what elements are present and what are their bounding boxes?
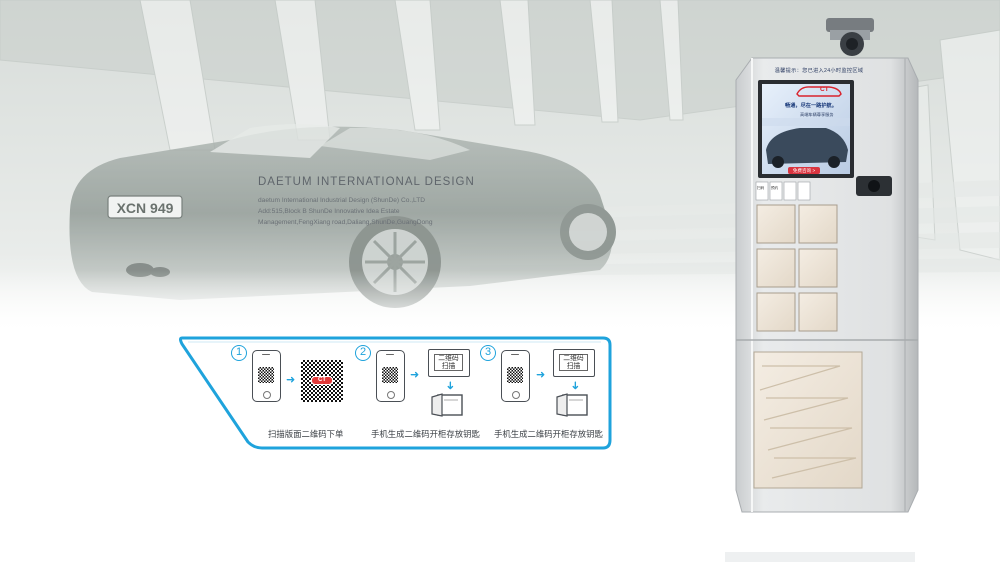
company-title: DAETUM INTERNATIONAL DESIGN	[258, 176, 475, 188]
step-1-phone-icon	[252, 350, 281, 402]
step-2-arrow-icon: ➜	[410, 369, 420, 381]
scanner-label: 二维码 扫描	[559, 354, 588, 371]
company-info: DAETUM INTERNATIONAL DESIGN daetum Inter…	[258, 176, 498, 229]
step-2-scanner-icon: 二维码 扫描	[428, 349, 470, 377]
company-line-2: Add:515,Block B ShunDe Innovative Idea E…	[258, 208, 400, 216]
step-1-logo-badge: CT	[311, 376, 333, 385]
step-3-arrow-icon: ➜	[536, 369, 546, 381]
kiosk-side-label-1[interactable]: 扫码	[757, 186, 764, 191]
step-1-caption: 扫描版面二维码下单	[268, 429, 344, 439]
step-1-number: 1	[231, 345, 247, 361]
phone-qr-icon	[258, 367, 274, 383]
step-3-number: 3	[480, 345, 496, 361]
step-2-locker-open-icon	[431, 393, 463, 417]
step-3-phone-icon	[501, 350, 530, 402]
phone-qr-icon	[382, 367, 398, 383]
step-3-caption: 手机生成二维码开柜存放钥匙	[494, 429, 603, 439]
company-line-1: daetum International Industrial Design (…	[258, 197, 426, 204]
step-1-arrow-icon: ➜	[286, 374, 296, 386]
step-2-down-arrow-icon: ➜	[444, 380, 457, 391]
step-2-number: 2	[355, 345, 371, 361]
kiosk-screen-slogan: 畅通，尽在一路护航。	[785, 103, 837, 109]
step-3-down-arrow-icon: ➜	[569, 380, 582, 391]
kiosk-side-label-2[interactable]: 预约	[771, 186, 778, 191]
step-2-caption: 手机生成二维码开柜存放钥匙	[371, 429, 480, 439]
scanner-label: 二维码 扫描	[434, 354, 463, 371]
security-camera-icon	[826, 18, 874, 56]
kiosk-consult-button[interactable]: 免费咨询 >	[788, 167, 820, 174]
phone-qr-icon	[507, 367, 523, 383]
kiosk-screen-logo: CT	[820, 86, 829, 93]
kiosk-screen-subtitle: 高端车辆尊享服务	[800, 112, 834, 117]
step-2-phone-icon	[376, 350, 405, 402]
step-3-locker-open-icon	[556, 393, 588, 417]
kiosk-top-notice: 温馨提示：您已进入24小时监控区域	[774, 68, 864, 74]
license-plate: XCN 949	[117, 200, 174, 216]
kiosk-screen-logo-icon	[796, 86, 842, 97]
company-line-3: Management,FengXiang road,Daliang,ShunDe…	[258, 219, 433, 227]
step-3-scanner-icon: 二维码 扫描	[553, 349, 595, 377]
